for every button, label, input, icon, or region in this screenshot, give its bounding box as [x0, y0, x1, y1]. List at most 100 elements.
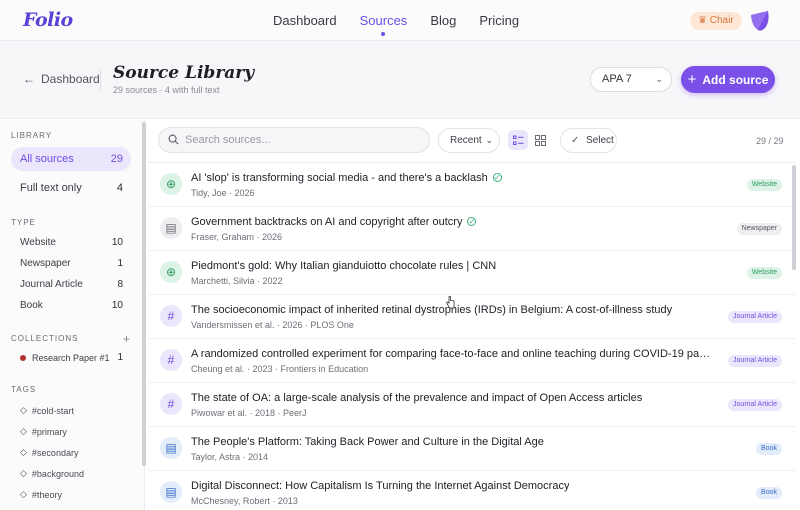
chevron-down-icon: ⌄ [485, 135, 493, 145]
source-meta: Vandersmissen et al. · 2026 · PLOS One [191, 320, 354, 330]
arrow-left-icon: ← [23, 72, 35, 86]
source-type-badge: Website [746, 179, 782, 191]
sidebar-item-count: 10 [111, 300, 123, 311]
book-icon: ▤ [160, 437, 182, 459]
source-type-badge: Newspaper [736, 223, 782, 235]
tag-item[interactable]: ◇ #background [20, 468, 84, 479]
book-icon: ▤ [160, 481, 182, 503]
app-logo[interactable]: Folio [23, 9, 73, 31]
search-input[interactable]: Search sources... [158, 127, 430, 153]
sort-select[interactable]: Recent ⌄ [438, 128, 500, 153]
hash-icon: # [160, 305, 182, 327]
citation-style-value: APA 7 [602, 73, 632, 85]
source-row[interactable]: ▤ Digital Disconnect: How Capitalism Is … [148, 471, 796, 510]
role-badge[interactable]: ♛ Chair [690, 12, 742, 30]
sidebar-item-all-sources[interactable]: All sources 29 [11, 147, 131, 171]
avatar[interactable] [750, 10, 770, 32]
source-type-badge: Journal Article [728, 311, 782, 323]
back-link[interactable]: ← Dashboard [23, 72, 100, 86]
select-label: Select [586, 135, 614, 146]
sort-value: Recent [450, 135, 482, 146]
hash-icon: # [160, 393, 182, 415]
tag-icon: ◇ [20, 426, 27, 436]
source-row[interactable]: # The socioeconomic impact of inherited … [148, 295, 796, 339]
source-title: Government backtracks on AI and copyrigh… [191, 216, 477, 228]
source-title: The state of OA: a large-scale analysis … [191, 392, 643, 404]
sidebar-item-label: Full text only [20, 182, 82, 194]
source-row[interactable]: ⊕ Piedmont's gold: Why Italian gianduiot… [148, 251, 796, 295]
sidebar-item-label: Book [20, 300, 43, 311]
source-type-badge: Book [756, 487, 782, 499]
globe-icon: ⊕ [160, 173, 182, 195]
tag-label: #primary [31, 426, 67, 437]
nav-dashboard[interactable]: Dashboard [273, 13, 337, 28]
sidebar-item-count: 1 [117, 352, 123, 363]
sidebar-item-label: Newspaper [20, 258, 71, 269]
source-title: Digital Disconnect: How Capitalism Is Tu… [191, 480, 570, 492]
hash-icon: # [160, 349, 182, 371]
plus-icon: + [687, 71, 697, 88]
page-header: ← Dashboard Source Library 29 sources · … [0, 41, 800, 119]
source-meta: Taylor, Astra · 2014 [191, 452, 269, 462]
sidebar-item-label: Journal Article [20, 279, 83, 290]
nav-blog[interactable]: Blog [430, 13, 456, 28]
source-type-badge: Journal Article [728, 355, 782, 367]
source-meta: Fraser, Graham · 2026 [191, 232, 283, 242]
sidebar-item-book[interactable]: Book 10 [11, 294, 131, 318]
divider [100, 69, 101, 91]
check-icon: ✓ [571, 135, 580, 146]
select-button[interactable]: ✓ Select [560, 128, 617, 153]
collections-section-label: COLLECTIONS [11, 334, 79, 343]
source-meta: Marchetti, Silvia · 2022 [191, 276, 283, 286]
back-label: Dashboard [41, 72, 100, 86]
sidebar-item-label: Research Paper #1 [32, 353, 110, 363]
source-row[interactable]: ⊕ AI 'slop' is transforming social media… [148, 163, 796, 207]
chevron-down-icon: ⌄ [655, 74, 663, 84]
add-source-button[interactable]: + Add source [681, 66, 775, 93]
search-icon [168, 134, 179, 145]
grid-view-button[interactable] [530, 130, 550, 150]
nav-pricing[interactable]: Pricing [479, 13, 519, 28]
tag-icon: ◇ [20, 468, 27, 478]
source-meta: McChesney, Robert · 2013 [191, 496, 298, 506]
page-subtitle: 29 sources · 4 with full text [113, 85, 220, 95]
tag-item[interactable]: ◇ #secondary [20, 447, 78, 458]
collection-color-dot [20, 354, 26, 361]
document-icon: ▤ [160, 217, 182, 239]
source-row[interactable]: ▤ Government backtracks on AI and copyri… [148, 207, 796, 251]
add-source-label: Add source [702, 72, 769, 87]
full-text-check-icon: ✓ [467, 216, 477, 226]
source-row[interactable]: ▤ The People's Platform: Taking Back Pow… [148, 427, 796, 471]
tag-item[interactable]: ◇ #theory [20, 489, 62, 500]
sidebar-scrollbar[interactable] [142, 122, 146, 466]
tag-label: #theory [31, 489, 62, 500]
sidebar-item-full-text[interactable]: Full text only 4 [11, 176, 131, 200]
tag-label: #cold-start [31, 405, 74, 416]
source-type-badge: Journal Article [728, 399, 782, 411]
list-view-button[interactable] [508, 130, 528, 150]
result-count: 29 / 29 [756, 136, 784, 146]
tag-item[interactable]: ◇ #primary [20, 426, 67, 437]
tag-label: #secondary [31, 447, 79, 458]
add-collection-icon[interactable]: + [123, 332, 130, 346]
source-row[interactable]: # A randomized controlled experiment for… [148, 339, 796, 383]
list-scrollbar[interactable] [792, 165, 796, 270]
tag-label: #background [31, 468, 84, 479]
tag-icon: ◇ [20, 405, 27, 415]
tags-section-label: TAGS [11, 385, 37, 394]
main-nav: Dashboard Sources Blog Pricing [273, 13, 519, 36]
sidebar-item-count: 4 [116, 182, 123, 194]
type-section-label: TYPE [11, 218, 36, 227]
sidebar-item-collection[interactable]: Research Paper #1 1 [11, 346, 131, 370]
sidebar-item-label: All sources [20, 153, 74, 165]
source-row[interactable]: # The state of OA: a large-scale analysi… [148, 383, 796, 427]
nav-sources[interactable]: Sources [360, 13, 407, 36]
mouse-pointer-icon [446, 296, 455, 309]
tag-item[interactable]: ◇ #cold-start [20, 405, 74, 416]
top-navbar: Folio Dashboard Sources Blog Pricing ♛ C… [0, 0, 800, 41]
tag-icon: ◇ [20, 447, 27, 457]
citation-style-select[interactable]: APA 7 ⌄ [590, 67, 672, 92]
source-type-badge: Book [756, 443, 782, 455]
full-text-check-icon: ✓ [492, 172, 502, 182]
source-title: The socioeconomic impact of inherited re… [191, 304, 673, 316]
